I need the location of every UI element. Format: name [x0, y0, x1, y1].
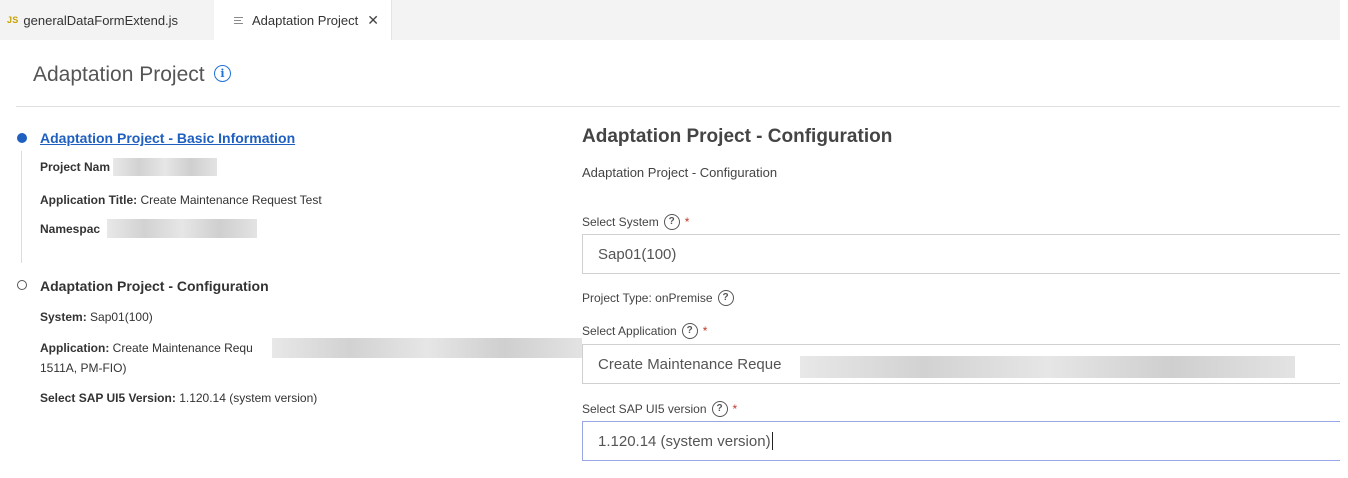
- tab-label: Adaptation Project: [252, 12, 359, 28]
- field-value: Create Maintenance Request Test: [140, 193, 322, 207]
- label-text: Project Type: onPremise: [582, 291, 713, 305]
- label-text: Select System: [582, 215, 659, 229]
- system-summary: System: Sap01(100): [40, 310, 153, 324]
- step-pending-indicator: [17, 280, 27, 290]
- select-ui5-version-input[interactable]: 1.120.14 (system version): [582, 421, 1340, 461]
- application-summary-line2: 1511A, PM-FIO): [40, 361, 127, 375]
- application-title-summary: Application Title: Create Maintenance Re…: [40, 193, 322, 207]
- help-icon[interactable]: ?: [717, 290, 734, 306]
- redacted-application-value: [800, 356, 1295, 378]
- tab-adaptation-project[interactable]: Adaptation Project ✕: [214, 0, 392, 40]
- select-application-label: Select Application ? *: [582, 323, 707, 339]
- label-text: Select Application: [582, 324, 677, 338]
- select-system-dropdown[interactable]: Sap01(100): [582, 234, 1340, 274]
- selected-value: Sap01(100): [598, 245, 677, 263]
- text-cursor: [771, 432, 773, 450]
- project-name-summary: Project Nam: [40, 160, 110, 174]
- field-value: Sap01(100): [90, 310, 153, 324]
- header-divider: [16, 106, 1340, 107]
- required-marker: *: [702, 324, 708, 338]
- input-value: 1.120.14 (system version): [598, 432, 771, 450]
- editor-tab-bar: JS generalDataFormExtend.js Adaptation P…: [0, 0, 1340, 40]
- field-value: Create Maintenance Requ: [112, 341, 253, 355]
- field-label: Project Nam: [40, 160, 111, 174]
- tab-label: generalDataFormExtend.js: [23, 12, 179, 28]
- required-marker: *: [684, 215, 690, 229]
- configuration-subtitle: Adaptation Project - Configuration: [582, 165, 778, 180]
- field-label: Application Title:: [40, 193, 138, 207]
- step-configuration-title: Adaptation Project - Configuration: [40, 278, 269, 294]
- label-text: Select SAP UI5 version: [582, 402, 707, 416]
- tab-general-data-form-extend[interactable]: JS generalDataFormExtend.js: [0, 0, 212, 40]
- page-title: Adaptation Project: [33, 63, 205, 86]
- select-system-label: Select System ? *: [582, 214, 689, 230]
- project-type-label: Project Type: onPremise ?: [582, 290, 734, 306]
- field-label: Application:: [40, 341, 110, 355]
- step-connector-line: [21, 151, 22, 263]
- help-icon[interactable]: ?: [711, 401, 728, 417]
- redacted-application-name: [272, 338, 582, 358]
- info-icon[interactable]: i: [214, 65, 231, 82]
- close-icon[interactable]: ✕: [367, 12, 379, 29]
- field-label: Namespac: [40, 222, 101, 236]
- select-ui5-version-label: Select SAP UI5 version ? *: [582, 401, 737, 417]
- required-marker: *: [732, 402, 738, 416]
- configuration-title: Adaptation Project - Configuration: [582, 126, 893, 147]
- help-icon[interactable]: ?: [663, 214, 680, 230]
- application-summary: Application: Create Maintenance Requ: [40, 341, 253, 355]
- ui5-version-summary: Select SAP UI5 Version: 1.120.14 (system…: [40, 391, 317, 405]
- namespace-summary: Namespac: [40, 222, 100, 236]
- step-active-indicator: [17, 133, 27, 143]
- help-icon[interactable]: ?: [681, 323, 698, 339]
- step-basic-information-link[interactable]: Adaptation Project - Basic Information: [40, 130, 295, 146]
- redacted-project-name: [113, 158, 217, 176]
- selected-value: Create Maintenance Reque: [598, 355, 782, 373]
- field-label: Select SAP UI5 Version:: [40, 391, 176, 405]
- javascript-file-icon: JS: [7, 15, 19, 25]
- field-label: System:: [40, 310, 87, 324]
- field-value: 1.120.14 (system version): [179, 391, 318, 405]
- redacted-namespace: [107, 219, 257, 238]
- preview-icon: [234, 15, 243, 26]
